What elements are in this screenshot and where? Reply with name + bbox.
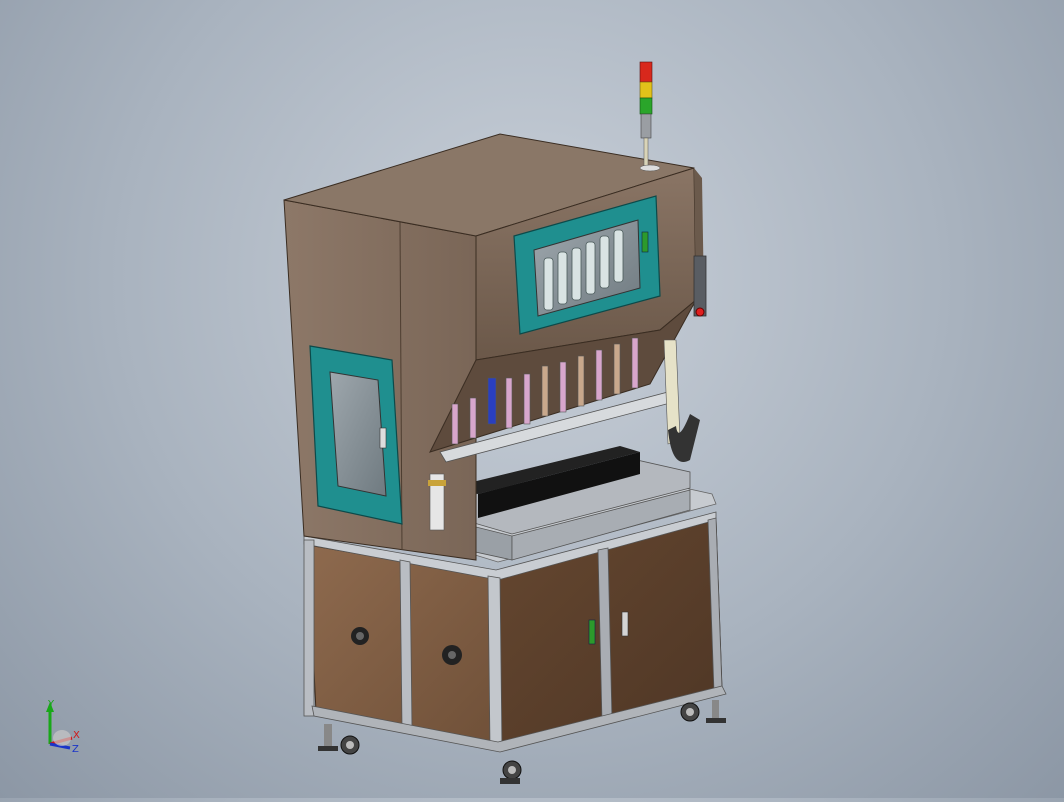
signal-tower: [639, 61, 661, 172]
axis-triad: Y X Z: [46, 699, 80, 755]
control-strip: [693, 255, 707, 317]
emergency-stop-button[interactable]: [695, 307, 705, 317]
x-axis-label: X: [73, 730, 80, 741]
y-axis-label: Y: [47, 699, 55, 710]
machine-model[interactable]: [0, 0, 1064, 798]
z-axis-label: Z: [72, 744, 79, 755]
cad-viewport[interactable]: Y X Z: [0, 0, 1064, 798]
side-access-door[interactable]: [309, 345, 403, 525]
